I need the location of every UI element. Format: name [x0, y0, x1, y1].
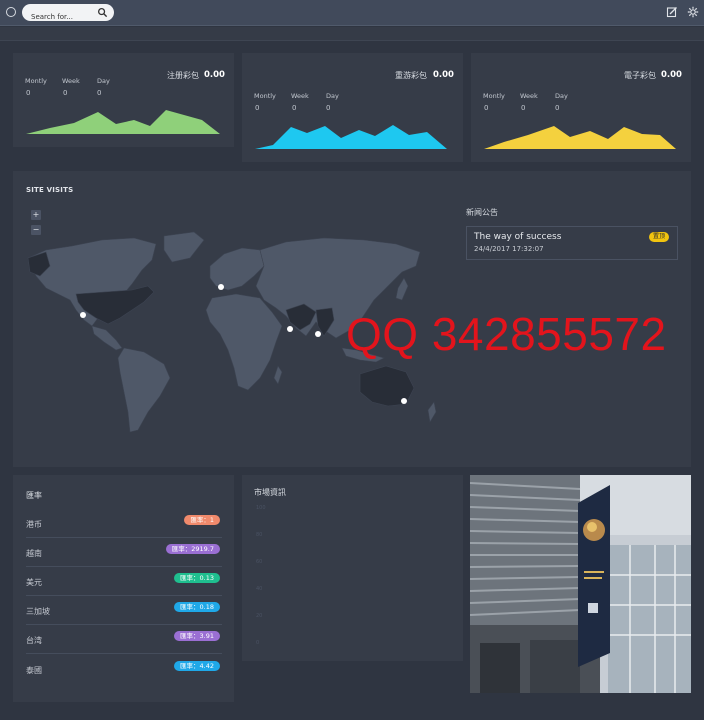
zoom-in-button[interactable]: + — [31, 210, 41, 220]
stat-value: 0.00 — [433, 70, 454, 80]
rate-row: 泰國 匯率：4.42 — [26, 655, 222, 684]
sparkline-registration — [26, 110, 220, 134]
stat-label-monthly: Montly — [483, 92, 505, 100]
site-visits-title: SITE VISITS — [26, 186, 74, 194]
stat-number-monthly: 0 — [484, 104, 489, 112]
stat-label-monthly: Montly — [25, 77, 47, 85]
top-bar — [0, 0, 704, 26]
notice-item[interactable]: The way of success 24/4/2017 17:32:07 置顶 — [466, 226, 678, 260]
stat-number-day: 0 — [326, 104, 331, 112]
rate-badge: 匯率：0.13 — [174, 573, 220, 583]
sparkline-electronic — [484, 126, 676, 149]
greenland — [163, 231, 205, 263]
stat-number-day: 0 — [555, 104, 560, 112]
edit-icon[interactable] — [666, 6, 678, 18]
stat-value: 0.00 — [204, 70, 225, 80]
search-box[interactable] — [22, 4, 114, 26]
rate-badge: 匯率：1 — [184, 515, 220, 525]
rates-title: 匯率 — [26, 491, 42, 500]
stat-label-day: Day — [97, 77, 110, 85]
axis-tick: 0 — [256, 640, 260, 646]
stat-label-day: Day — [555, 92, 568, 100]
axis-tick: 60 — [256, 559, 263, 565]
europe — [209, 247, 265, 291]
rate-row: 港币 匯率：1 — [26, 509, 222, 538]
rate-row: 台湾 匯率：3.91 — [26, 625, 222, 654]
stat-label-week: Week — [291, 92, 309, 100]
stat-title: 注册彩包 — [167, 71, 199, 80]
stat-number-monthly: 0 — [26, 89, 31, 97]
rate-badge: 匯率：0.18 — [174, 602, 220, 612]
stat-number-monthly: 0 — [255, 104, 260, 112]
clock-icon[interactable] — [6, 7, 16, 17]
marker-australia — [401, 398, 407, 404]
watermark-text: QQ 342855572 — [346, 308, 667, 360]
marker-india — [315, 331, 321, 337]
rate-name: 泰國 — [26, 666, 42, 675]
notice-pinned-badge: 置顶 — [648, 232, 669, 242]
sparkline-sports — [255, 125, 447, 149]
search-input[interactable] — [22, 8, 92, 26]
south-america — [117, 347, 171, 433]
rate-row: 越南 匯率：2919.7 — [26, 538, 222, 567]
stat-number-week: 0 — [63, 89, 68, 97]
stat-label-week: Week — [520, 92, 538, 100]
stat-title: 電子彩包 — [624, 71, 656, 80]
africa — [205, 293, 283, 391]
rate-name: 台湾 — [26, 636, 42, 645]
axis-tick: 80 — [256, 532, 263, 538]
rate-name: 三加坡 — [26, 607, 50, 616]
rate-name: 港币 — [26, 520, 42, 529]
rate-badge: 匯率：3.91 — [174, 631, 220, 641]
settings-icon[interactable] — [687, 6, 699, 18]
axis-tick: 100 — [256, 505, 266, 511]
rate-name: 越南 — [26, 549, 42, 558]
notice-item-text[interactable]: The way of success — [474, 232, 561, 242]
stat-label-week: Week — [62, 77, 80, 85]
stat-number-day: 0 — [97, 89, 102, 97]
stat-number-week: 0 — [292, 104, 297, 112]
marker-europe — [218, 284, 224, 290]
rate-name: 美元 — [26, 578, 42, 587]
rate-badge: 匯率：4.42 — [174, 661, 220, 671]
stat-number-week: 0 — [521, 104, 526, 112]
notice-title: 新闻公告 — [466, 208, 498, 217]
market-news-title: 市場資訊 — [254, 488, 286, 497]
search-icon[interactable] — [97, 7, 108, 18]
axis-tick: 40 — [256, 586, 263, 592]
building-photo — [470, 475, 691, 693]
marker-usa-west — [80, 312, 86, 318]
sub-bar — [0, 27, 704, 41]
axis-tick: 20 — [256, 613, 263, 619]
stat-title: 重游彩包 — [395, 71, 427, 80]
notice-item-date: 24/4/2017 17:32:07 — [474, 245, 544, 253]
rate-badge: 匯率：2919.7 — [165, 544, 220, 554]
stat-value: 0.00 — [661, 70, 682, 80]
stat-label-day: Day — [326, 92, 339, 100]
rate-row: 三加坡 匯率：0.18 — [26, 596, 222, 625]
market-news-card — [242, 475, 463, 661]
rate-row: 美元 匯率：0.13 — [26, 567, 222, 596]
marker-middle-east — [287, 326, 293, 332]
stat-label-monthly: Montly — [254, 92, 276, 100]
